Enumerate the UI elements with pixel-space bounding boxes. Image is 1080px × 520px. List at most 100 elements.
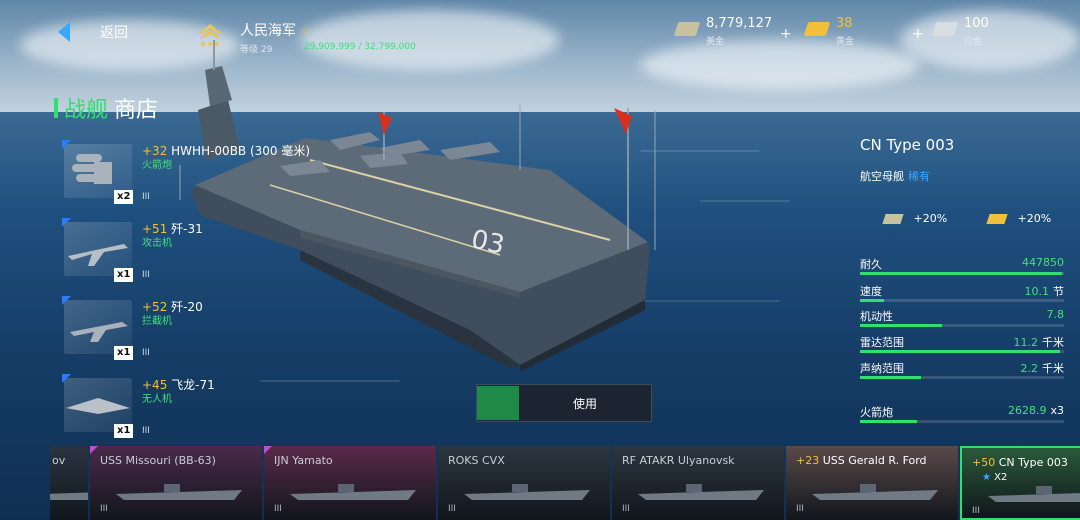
item-quantity: x2 (114, 190, 134, 204)
rarity-tag (62, 374, 71, 383)
stat-bar-fill (860, 272, 1062, 275)
currency-label: 黄金 (836, 37, 855, 47)
weapon-item[interactable]: +45 飞龙-71 无人机 x1 III (62, 374, 222, 438)
stat-row: 火箭炮 2628.9 x3 (860, 404, 1064, 430)
item-quantity: x1 (114, 268, 134, 282)
stat-unit: x3 (1050, 404, 1064, 417)
item-type: 攻击机 (142, 238, 172, 249)
stat-bar-fill (860, 350, 1060, 353)
item-tier: III (142, 192, 150, 202)
rarity-tag (264, 446, 272, 454)
rank-chevron-icon (198, 24, 222, 47)
stat-unit: 千米 (1042, 362, 1064, 375)
warship-icon (50, 492, 88, 500)
ship-card[interactable]: USS Missouri (BB-63) III (90, 446, 262, 520)
ship-card[interactable]: ov (50, 446, 88, 520)
ship-card-tier: III (622, 504, 630, 514)
use-button-accent (477, 386, 519, 420)
currency-label: 美金 (706, 37, 725, 47)
weapon-item[interactable]: +52 歼-20 拦截机 x1 III (62, 296, 222, 360)
stat-row: 声纳范围 2.2 千米 (860, 360, 1064, 386)
ship-card-tier: III (448, 504, 456, 514)
stat-label: 声纳范围 (860, 362, 904, 375)
stat-row: 雷达范围 11.2 千米 (860, 334, 1064, 360)
stat-value: 10.1 节 (1024, 285, 1065, 298)
ship-card[interactable]: ROKS CVX III (438, 446, 610, 520)
item-quantity: x1 (114, 346, 134, 360)
back-arrow-icon (58, 22, 70, 42)
use-button[interactable]: 使用 (476, 384, 652, 422)
ship-card-bonus: +50 (972, 456, 999, 469)
stat-label: 耐久 (860, 258, 882, 271)
stat-label: 速度 (860, 285, 882, 298)
stat-bar (860, 376, 1064, 379)
title-category: 战舰 (64, 98, 109, 123)
add-gold-button[interactable]: + (780, 26, 792, 42)
ship-card-name: IJN Yamato (274, 454, 333, 467)
item-quantity: x1 (114, 424, 134, 438)
warship-icon (290, 484, 416, 500)
ship-card-tier: III (100, 504, 108, 514)
ship-card-bonus: +23 (796, 454, 823, 467)
ship-card[interactable]: +50 CN Type 003 III ★ X2 (960, 446, 1080, 520)
currency-value: 8,779,127 (706, 16, 773, 31)
rarity-tag (62, 296, 71, 305)
title-shop: 商店 (114, 98, 159, 123)
item-type: 拦截机 (142, 316, 172, 327)
stat-label: 雷达范围 (860, 336, 904, 349)
back-label: 返回 (100, 25, 128, 41)
stat-value: 447850 (1022, 256, 1064, 269)
stat-value: 2628.9 x3 (1007, 404, 1064, 417)
ship-card-name: RF ATAKR Ulyanovsk (622, 454, 735, 467)
weapon-item[interactable]: +51 歼-31 攻击机 x1 III (62, 218, 222, 282)
page-title: 战舰 商店 (54, 92, 158, 124)
stat-bar-fill (860, 324, 942, 327)
warship-icon (812, 484, 938, 500)
silver-bonus: +20% (882, 212, 947, 225)
ship-card-name: ov (52, 454, 66, 467)
title-accent-bar (54, 98, 58, 118)
player-level: 等级 29 (240, 45, 273, 55)
player-xp: 29,909,999 / 32,799,000 (304, 42, 416, 52)
ship-card-name: ROKS CVX (448, 454, 505, 467)
ship-card-name: +23 USS Gerald R. Ford (796, 454, 927, 467)
rarity-tag (90, 446, 98, 454)
ship-rarity: 稀有 (908, 170, 930, 183)
stat-bar (860, 350, 1064, 353)
stat-row: 速度 10.1 节 (860, 283, 1064, 309)
stat-bar-fill (860, 299, 885, 302)
item-tier: III (142, 348, 150, 358)
dollar-bill-icon (882, 214, 904, 224)
stat-value: 2.2 千米 (1020, 362, 1065, 375)
stat-bar (860, 299, 1064, 302)
star-icon: ☆ (300, 24, 312, 38)
dollar-bill-icon (673, 22, 701, 36)
stat-label: 机动性 (860, 310, 893, 323)
add-platinum-button[interactable]: + (912, 26, 924, 42)
stat-value: 11.2 千米 (1013, 336, 1065, 349)
stat-value: 7.8 (1046, 308, 1065, 321)
warship-icon (638, 484, 764, 500)
use-button-label: 使用 (572, 396, 597, 411)
stat-bar (860, 272, 1064, 275)
back-button[interactable]: 返回 (58, 22, 128, 42)
item-tier: III (142, 426, 150, 436)
ship-class: 航空母舰 稀有 (860, 170, 930, 183)
rarity-tag (62, 218, 71, 227)
ship-carousel[interactable]: ov USS Missouri (BB-63) III IJN Yamato III RO… (50, 446, 1080, 520)
stat-unit: 节 (1053, 285, 1064, 298)
ship-card[interactable]: RF ATAKR Ulyanovsk III (612, 446, 784, 520)
stat-bar (860, 420, 1064, 423)
multiplier-badge: ★ X2 (982, 472, 1008, 483)
weapon-item[interactable]: +32 HWHH-00BB (300 毫米) 火箭炮 x2 III (62, 140, 310, 204)
stat-row: 耐久 447850 (860, 256, 1064, 282)
ship-card[interactable]: +23 USS Gerald R. Ford III (786, 446, 958, 520)
currency-value: 38 (836, 16, 853, 31)
rarity-tag (62, 140, 71, 149)
currency-label: 白金 (964, 37, 983, 47)
ship-card[interactable]: IJN Yamato III (264, 446, 436, 520)
gold-bonus: +20% (986, 212, 1051, 225)
gold-bar-icon (803, 22, 831, 36)
stat-label: 火箭炮 (860, 406, 893, 419)
stat-bar-fill (860, 376, 922, 379)
